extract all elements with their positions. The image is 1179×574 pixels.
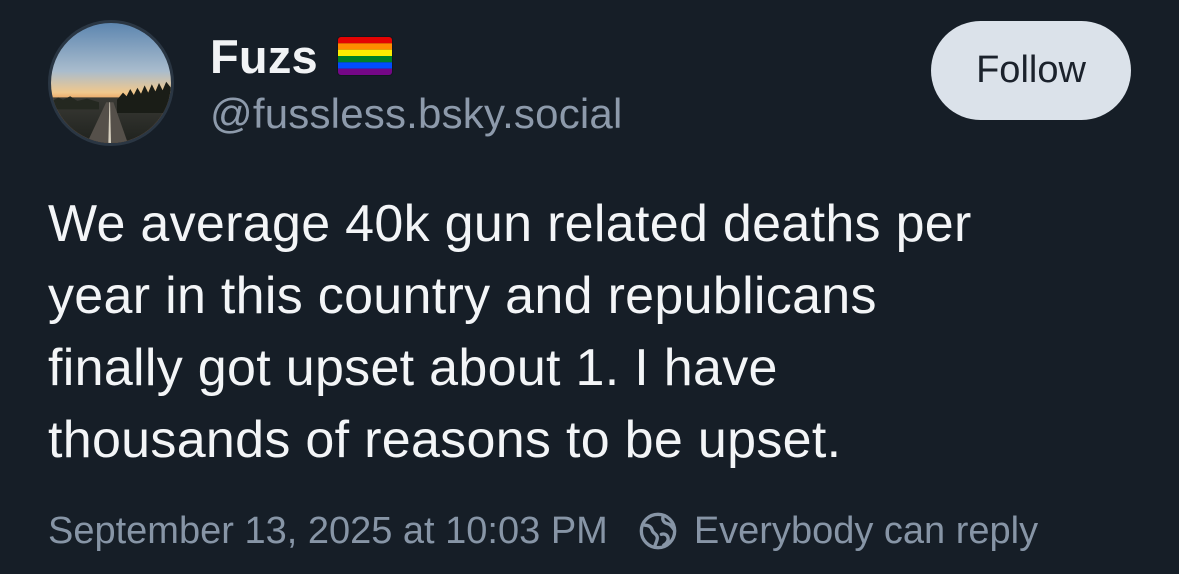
- author-name-row: Fuzs: [210, 28, 392, 84]
- author-handle[interactable]: @fussless.bsky.social: [210, 90, 623, 138]
- reply-setting-label: Everybody can reply: [693, 509, 1039, 552]
- post-text: We average 40k gun related deaths per ye…: [48, 188, 1138, 476]
- post-text-line: thousands of reasons to be upset.: [48, 411, 842, 469]
- follow-button[interactable]: Follow: [931, 21, 1131, 120]
- post-meta: September 13, 2025 at 10:03 PM Everybody…: [48, 502, 1038, 560]
- post-text-line: year in this country and republicans: [48, 267, 877, 325]
- rainbow-flag-icon: [337, 37, 392, 75]
- display-name[interactable]: Fuzs: [210, 29, 318, 84]
- post-timestamp: September 13, 2025 at 10:03 PM: [48, 509, 608, 552]
- post-text-line: finally got upset about 1. I have: [48, 339, 778, 397]
- avatar[interactable]: [48, 20, 174, 146]
- post-text-line: We average 40k gun related deaths per: [48, 195, 972, 253]
- avatar-image: [51, 23, 171, 143]
- post-card: Fuzs @fussless.bsky.social Follow We ave…: [0, 0, 1179, 574]
- earth-icon: [638, 511, 678, 551]
- reply-setting-button[interactable]: Everybody can reply: [638, 510, 1038, 553]
